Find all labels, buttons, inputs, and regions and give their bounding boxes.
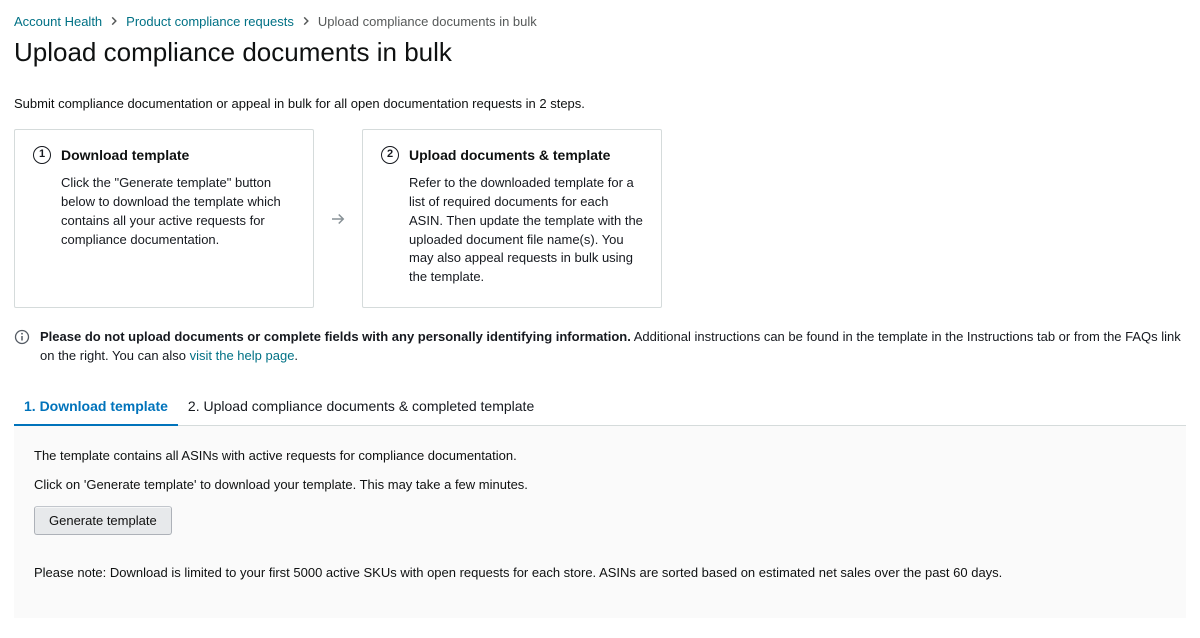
- tab-panel: The template contains all ASINs with act…: [14, 426, 1186, 618]
- panel-line-1: The template contains all ASINs with act…: [34, 448, 1166, 463]
- step-body: Click the "Generate template" button bel…: [33, 174, 295, 249]
- tabs: 1. Download template 2. Upload complianc…: [14, 390, 1186, 426]
- breadcrumb: Account Health Product compliance reques…: [14, 14, 1186, 29]
- info-notice: Please do not upload documents or comple…: [14, 328, 1186, 366]
- step-card-download-template: 1 Download template Click the "Generate …: [14, 129, 314, 308]
- step-title: Download template: [61, 147, 189, 163]
- notice-bold: Please do not upload documents or comple…: [40, 329, 631, 344]
- info-notice-body: Please do not upload documents or comple…: [40, 328, 1186, 366]
- step-card-upload-documents: 2 Upload documents & template Refer to t…: [362, 129, 662, 308]
- help-page-link[interactable]: visit the help page: [190, 348, 295, 363]
- tab-download-template[interactable]: 1. Download template: [14, 390, 178, 426]
- info-icon: [14, 329, 30, 366]
- step-title: Upload documents & template: [409, 147, 610, 163]
- panel-note: Please note: Download is limited to your…: [34, 565, 1166, 580]
- step-number-icon: 2: [381, 146, 399, 164]
- steps-row: 1 Download template Click the "Generate …: [14, 129, 1186, 308]
- notice-text-tail: .: [294, 348, 298, 363]
- step-body: Refer to the downloaded template for a l…: [381, 174, 643, 287]
- step-number-icon: 1: [33, 146, 51, 164]
- tab-upload-documents[interactable]: 2. Upload compliance documents & complet…: [178, 390, 544, 426]
- breadcrumb-link-account-health[interactable]: Account Health: [14, 14, 102, 29]
- breadcrumb-link-product-compliance[interactable]: Product compliance requests: [126, 14, 294, 29]
- generate-template-button[interactable]: Generate template: [34, 506, 172, 535]
- chevron-right-icon: [108, 15, 120, 29]
- page-title: Upload compliance documents in bulk: [14, 37, 1186, 68]
- page-subtitle: Submit compliance documentation or appea…: [14, 96, 1186, 111]
- panel-line-2: Click on 'Generate template' to download…: [34, 477, 1166, 492]
- breadcrumb-current: Upload compliance documents in bulk: [318, 14, 537, 29]
- chevron-right-icon: [300, 15, 312, 29]
- arrow-right-icon: [326, 129, 350, 308]
